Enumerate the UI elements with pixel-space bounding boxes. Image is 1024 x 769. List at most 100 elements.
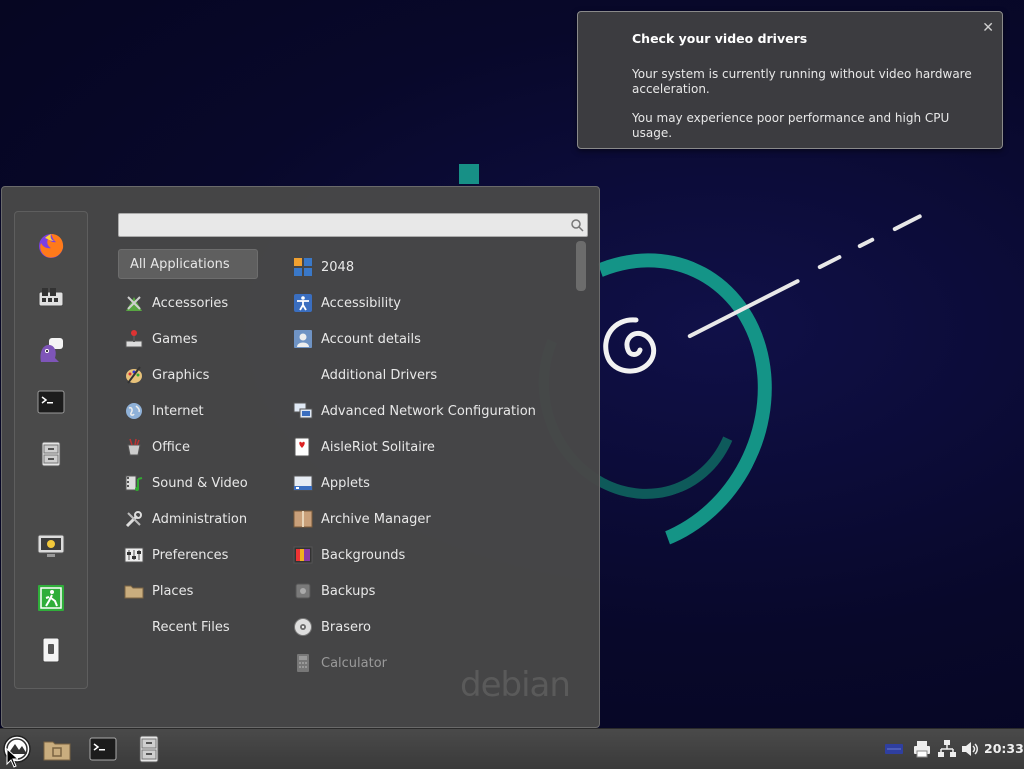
app-list-scrollbar[interactable] xyxy=(574,239,588,689)
category-office[interactable]: Office xyxy=(118,429,258,465)
internet-icon xyxy=(126,403,142,419)
search-input[interactable] xyxy=(118,213,588,237)
app-label: Advanced Network Configuration xyxy=(321,403,536,419)
accessibility-icon xyxy=(294,294,312,312)
administration-icon xyxy=(125,511,142,528)
app-advanced-network-configuration[interactable]: Advanced Network Configuration xyxy=(293,393,563,429)
app-label: Brasero xyxy=(321,619,372,635)
file-cabinet-icon[interactable] xyxy=(37,440,65,468)
printer-icon[interactable] xyxy=(912,739,932,759)
notification-title: Check your video drivers xyxy=(632,31,808,46)
category-all-applications[interactable]: All Applications xyxy=(118,249,258,279)
category-preferences[interactable]: Preferences xyxy=(118,537,258,573)
app-label: Accessibility xyxy=(321,295,401,311)
category-recent-files[interactable]: Recent Files xyxy=(118,609,258,645)
category-label: Preferences xyxy=(152,547,229,563)
wallpaper-streak xyxy=(857,237,875,249)
notification-line: Your system is currently running without… xyxy=(632,67,972,96)
category-graphics[interactable]: Graphics xyxy=(118,357,258,393)
mouse-cursor-icon xyxy=(6,748,18,768)
category-label: Internet xyxy=(152,403,204,419)
app-label: Backgrounds xyxy=(321,547,406,563)
files-icon[interactable] xyxy=(42,734,72,764)
app-label: Archive Manager xyxy=(321,511,431,527)
pidgin-icon[interactable] xyxy=(37,336,65,364)
clock[interactable]: 20:33 xyxy=(984,741,1024,756)
category-label: All Applications xyxy=(130,256,230,272)
accessories-icon xyxy=(126,296,142,311)
app-aisleriot-solitaire[interactable]: AisleRiot Solitaire xyxy=(293,429,563,465)
app-label: 2048 xyxy=(321,259,355,275)
app-label: Additional Drivers xyxy=(321,367,438,383)
2048-icon xyxy=(294,258,312,276)
account-details-icon xyxy=(294,330,312,348)
backgrounds-icon xyxy=(293,546,313,564)
app-additional-drivers[interactable]: Additional Drivers xyxy=(293,357,563,393)
keyboard-layout-icon[interactable] xyxy=(884,739,904,759)
preferences-icon xyxy=(124,547,144,563)
category-internet[interactable]: Internet xyxy=(118,393,258,429)
category-places[interactable]: Places xyxy=(118,573,258,609)
category-label: Games xyxy=(152,331,198,347)
category-label: Accessories xyxy=(152,295,229,311)
app-accessibility[interactable]: Accessibility xyxy=(293,285,563,321)
solitaire-icon xyxy=(294,437,310,457)
app-2048[interactable]: 2048 xyxy=(293,249,563,285)
category-label: Sound & Video xyxy=(152,475,248,491)
places-icon xyxy=(124,585,144,599)
category-label: Places xyxy=(152,583,194,599)
network-icon[interactable] xyxy=(937,739,957,759)
category-label: Graphics xyxy=(152,367,210,383)
debian-swirl-logo xyxy=(603,317,657,374)
logout-icon[interactable] xyxy=(37,584,65,612)
file-cabinet-icon[interactable] xyxy=(134,734,164,764)
sound-video-icon xyxy=(125,475,143,491)
backups-icon xyxy=(295,583,311,599)
games-icon xyxy=(125,330,143,348)
category-label: Office xyxy=(152,439,190,455)
category-sound-video[interactable]: Sound & Video xyxy=(118,465,258,501)
notification-line: You may experience poor performance and … xyxy=(632,111,950,140)
wallpaper-streak xyxy=(892,213,923,232)
shutdown-icon[interactable] xyxy=(37,636,65,664)
scrollbar-thumb[interactable] xyxy=(576,241,586,291)
category-games[interactable]: Games xyxy=(118,321,258,357)
software-manager-icon[interactable] xyxy=(37,284,65,312)
applets-icon xyxy=(293,475,313,491)
app-label: AisleRiot Solitaire xyxy=(321,439,435,455)
volume-icon[interactable] xyxy=(960,739,980,759)
app-archive-manager[interactable]: Archive Manager xyxy=(293,501,563,537)
calculator-icon xyxy=(297,654,309,672)
terminal-icon[interactable] xyxy=(37,388,65,416)
app-label: Calculator xyxy=(321,655,388,671)
app-account-details[interactable]: Account details xyxy=(293,321,563,357)
category-accessories[interactable]: Accessories xyxy=(118,285,258,321)
app-backgrounds[interactable]: Backgrounds xyxy=(293,537,563,573)
category-label: Recent Files xyxy=(152,619,230,635)
app-calculator[interactable]: Calculator xyxy=(293,645,563,681)
terminal-icon[interactable] xyxy=(88,734,118,764)
close-icon[interactable]: ✕ xyxy=(982,20,994,36)
archive-manager-icon xyxy=(293,510,313,528)
notification-popup[interactable]: Check your video drivers Your system is … xyxy=(577,11,1003,149)
office-icon xyxy=(127,438,141,456)
lock-screen-icon[interactable] xyxy=(37,532,65,560)
network-config-icon xyxy=(293,402,313,419)
notification-body: Your system is currently running without… xyxy=(632,67,992,155)
app-backups[interactable]: Backups xyxy=(293,573,563,609)
category-administration[interactable]: Administration xyxy=(118,501,258,537)
search-icon xyxy=(571,219,584,232)
app-brasero[interactable]: Brasero xyxy=(293,609,563,645)
app-label: Account details xyxy=(321,331,421,347)
application-list: 2048 Accessibility Account details Addit… xyxy=(293,249,563,681)
app-applets[interactable]: Applets xyxy=(293,465,563,501)
wallpaper-streak xyxy=(817,254,843,270)
wallpaper-shape xyxy=(459,164,479,184)
app-label: Applets xyxy=(321,475,370,491)
firefox-icon[interactable] xyxy=(37,232,65,260)
favorites-panel xyxy=(14,211,88,689)
brasero-icon xyxy=(294,618,312,636)
taskbar: 20:33 xyxy=(0,728,1024,769)
app-label: Backups xyxy=(321,583,376,599)
application-menu: debian All Applications Accessories Game… xyxy=(1,186,600,728)
